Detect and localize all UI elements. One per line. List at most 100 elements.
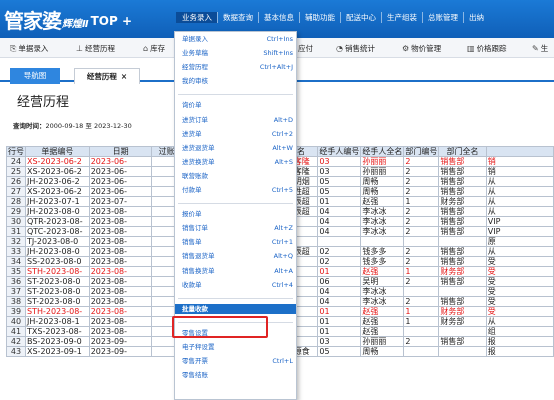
menu-item-label: 零售结账: [182, 371, 208, 380]
table-cell: 04: [317, 286, 362, 297]
table-cell: [403, 236, 440, 247]
top-menu-cashier[interactable]: 出纳: [463, 12, 489, 23]
menu-item[interactable]: 进货换货单 Alt+S: [175, 157, 296, 167]
toolbar-sales-stats[interactable]: ◔ 销售统计: [336, 43, 375, 54]
menu-item[interactable]: 业务草稿 Shift+Ins: [175, 48, 296, 58]
menu-item[interactable]: 单据录入 Ctrl+Ins: [175, 34, 296, 44]
table-cell: 受: [485, 306, 554, 317]
table-cell: 销售部: [438, 226, 487, 237]
table-cell: 26: [6, 176, 26, 187]
business-entry-dropdown-menu: 单据录入 Ctrl+Ins 业务草稿 Shift+Ins 经营历程 Ctrl+Alt+J 我…: [174, 31, 297, 400]
column-header[interactable]: 单据编号: [25, 146, 90, 157]
menu-item[interactable]: 批量收款: [175, 303, 296, 314]
table-cell: 25: [6, 166, 26, 177]
top-menu-distribution[interactable]: 配送中心: [340, 12, 381, 23]
menu-item-label: 销售退货单: [182, 252, 215, 261]
table-cell: JH-2023-08-1: [25, 316, 90, 327]
table-cell: 销售部: [438, 176, 487, 187]
table-cell: 受: [485, 296, 554, 307]
toolbar-history[interactable]: ⊥ 经营历程: [76, 43, 115, 54]
table-cell: 报: [485, 336, 554, 347]
menu-item[interactable]: 零售设置: [175, 328, 296, 338]
menu-item[interactable]: 收款单 Ctrl+4: [175, 280, 296, 290]
table-cell: 2023-09-: [88, 346, 153, 357]
top-menu-business-entry[interactable]: 业务录入: [176, 12, 217, 23]
menu-item[interactable]: 付款单 Ctrl+5: [175, 185, 296, 195]
stats-icon: ◔: [336, 44, 343, 53]
table-cell: 2023-08-: [88, 276, 153, 287]
menu-item[interactable]: 我的审核: [175, 76, 296, 86]
table-cell: 42: [6, 336, 26, 347]
toolbar-price-track[interactable]: ▥ 价格跟踪: [467, 43, 507, 54]
table-cell: 受: [485, 276, 554, 287]
toolbar-payable[interactable]: 应付: [298, 43, 313, 54]
table-cell: 2: [403, 186, 440, 197]
column-header[interactable]: [485, 146, 554, 157]
top-menu-production[interactable]: 生产组装: [381, 12, 422, 23]
menu-item[interactable]: 销售换货单 Alt+A: [175, 266, 296, 276]
table-cell: 05: [317, 346, 362, 357]
menu-item[interactable]: 电子秤设置: [175, 342, 296, 352]
toolbar-price-mgmt[interactable]: ⚙ 物价管理: [402, 43, 441, 54]
table-cell: 01: [317, 306, 362, 317]
toolbar-doc-entry[interactable]: ⎘ 单据录入: [10, 43, 48, 54]
table-cell: BS-2023-09-0: [25, 336, 90, 347]
logo-main-text: 管家婆: [4, 8, 62, 33]
table-cell: 01: [317, 266, 362, 277]
tab-business-history[interactable]: 经营历程 ×: [74, 68, 140, 84]
table-cell: 从: [485, 176, 554, 187]
tab-navigation[interactable]: 导航图: [10, 68, 60, 84]
table-cell: 销售部: [438, 336, 487, 347]
menu-item-shortcut: Alt+S: [274, 157, 293, 166]
menu-item-shortcut: Ctrl+L: [272, 357, 293, 365]
column-header[interactable]: 经手人编号: [317, 146, 362, 157]
table-cell: [438, 286, 487, 297]
table-cell: 29: [6, 206, 26, 217]
top-menu-data-query[interactable]: 数据查询: [217, 12, 258, 23]
top-menu-ledger[interactable]: 总账管理: [422, 12, 463, 23]
menu-item[interactable]: 报价单: [175, 209, 296, 219]
table-cell: JH-2023-08-0: [25, 246, 90, 257]
table-cell: 从: [485, 316, 554, 327]
table-cell: JH-2023-06-2: [25, 176, 90, 187]
menu-item[interactable]: 经营历程 Ctrl+Alt+J: [175, 62, 296, 72]
table-cell: 孙丽丽: [360, 156, 405, 167]
top-menu-basic-info[interactable]: 基本信息: [258, 12, 299, 23]
close-icon[interactable]: ×: [121, 72, 127, 81]
menu-item-label: 报价单: [182, 210, 202, 219]
table-cell: 财务部: [438, 196, 487, 207]
menu-item[interactable]: 联营账款: [175, 171, 296, 181]
table-cell: TJ-2023-08-0: [25, 236, 90, 247]
menu-item[interactable]: 销售单 Ctrl+1: [175, 237, 296, 247]
menu-item[interactable]: 进货退货单 Alt+W: [175, 143, 296, 153]
table-cell: 赵强: [360, 266, 405, 277]
menu-item[interactable]: 销售退货单 Alt+Q: [175, 251, 296, 261]
table-cell: 2: [403, 176, 440, 187]
table-cell: XS-2023-06-2: [25, 186, 90, 197]
column-header[interactable]: 日期: [88, 146, 153, 157]
menu-item[interactable]: 进货订单 Alt+D: [175, 115, 296, 125]
table-cell: VIP: [485, 216, 554, 227]
table-cell: XS-2023-06-2: [25, 166, 90, 177]
table-cell: ST-2023-08-0: [25, 286, 90, 297]
menu-item-label: 进货换货单: [182, 157, 215, 166]
history-icon: ⊥: [76, 44, 83, 53]
menu-item[interactable]: 询价单: [175, 100, 296, 110]
table-cell: 受: [485, 266, 554, 277]
column-header[interactable]: 行号: [6, 146, 26, 157]
menu-item[interactable]: 进货单 Ctrl+2: [175, 129, 296, 139]
column-header[interactable]: 经手人全名: [360, 146, 405, 157]
menu-item[interactable]: 销售订单 Alt+Z: [175, 223, 296, 233]
menu-item[interactable]: 零售结账: [175, 370, 296, 380]
table-cell: 40: [6, 316, 26, 327]
table-cell: 1: [403, 316, 440, 327]
column-header[interactable]: 部门全名: [438, 146, 487, 157]
toolbar-stock[interactable]: ⌂ 库存: [143, 43, 165, 54]
top-menu-auxiliary[interactable]: 辅助功能: [299, 12, 340, 23]
menu-item[interactable]: 零售开票 Ctrl+L: [175, 356, 296, 366]
toolbar-production[interactable]: ✎ 生: [532, 43, 548, 54]
table-cell: 04: [317, 216, 362, 227]
column-header[interactable]: 部门编号: [403, 146, 440, 157]
top-menu-bar: 业务录入 数据查询 基本信息 辅助功能 配送中心 生产组装 总账管理 出纳: [176, 12, 489, 23]
table-cell: 2: [403, 336, 440, 347]
